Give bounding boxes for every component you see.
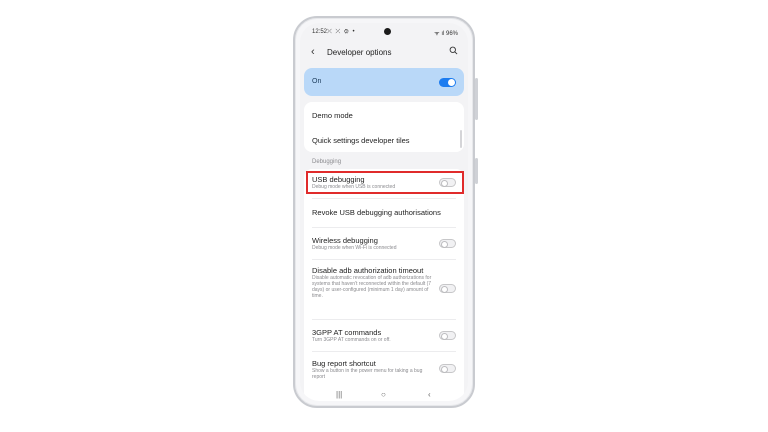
item-label: Disable adb authorization timeout bbox=[312, 266, 424, 275]
list-item-bug-report-shortcut[interactable]: Bug report shortcut Show a button in the… bbox=[304, 352, 464, 392]
item-label: Demo mode bbox=[312, 111, 353, 120]
master-switch-label: On bbox=[312, 78, 322, 85]
search-icon[interactable] bbox=[449, 46, 458, 55]
list-item-demo-mode[interactable]: Demo mode bbox=[304, 102, 464, 127]
section-header-debugging: Debugging bbox=[312, 159, 342, 165]
list-item-disable-adb-timeout[interactable]: Disable adb authorization timeout Disabl… bbox=[304, 260, 464, 318]
battery-signal-icons: ᯤ ıl 96% bbox=[434, 31, 458, 37]
master-switch-toggle[interactable] bbox=[439, 78, 456, 87]
phone-frame: 12:52 ⤫ ⤫ ⚙ • ᯤ ıl 96% ‹ Developer optio… bbox=[293, 16, 475, 408]
item-label: Bug report shortcut bbox=[312, 359, 376, 368]
item-description: Debug mode when Wi-Fi is connected bbox=[312, 245, 397, 251]
settings-card-debugging: USB debugging Debug mode when USB is con… bbox=[304, 169, 464, 401]
list-item-quick-settings-tiles[interactable]: Quick settings developer tiles bbox=[304, 127, 464, 152]
list-item-revoke-usb-authorisations[interactable]: Revoke USB debugging authorisations bbox=[304, 199, 464, 226]
home-icon[interactable]: ○ bbox=[381, 390, 386, 399]
3gpp-at-toggle[interactable] bbox=[439, 331, 456, 340]
bug-report-toggle[interactable] bbox=[439, 364, 456, 373]
recents-icon[interactable]: ||| bbox=[336, 390, 342, 399]
volume-button bbox=[475, 78, 478, 120]
status-time: 12:52 bbox=[312, 29, 328, 35]
usb-debugging-highlight-box bbox=[306, 171, 464, 194]
item-label: Wireless debugging bbox=[312, 236, 378, 245]
wireless-debugging-toggle[interactable] bbox=[439, 239, 456, 248]
front-camera bbox=[384, 28, 391, 35]
item-description: Turn 3GPP AT commands on or off. bbox=[312, 337, 391, 343]
developer-options-master-switch[interactable]: On bbox=[304, 68, 464, 96]
item-label: Quick settings developer tiles bbox=[312, 136, 410, 145]
item-description: Disable automatic revocation of adb auth… bbox=[312, 275, 432, 299]
back-arrow-icon[interactable]: ‹ bbox=[311, 46, 315, 58]
page-title: Developer options bbox=[327, 48, 392, 57]
notification-icons: ⤫ ⤫ ⚙ • bbox=[327, 29, 356, 35]
list-item-3gpp-at-commands[interactable]: 3GPP AT commands Turn 3GPP AT commands o… bbox=[304, 320, 464, 350]
item-description: Show a button in the power menu for taki… bbox=[312, 368, 423, 380]
settings-card-top: Demo mode Quick settings developer tiles bbox=[304, 102, 464, 152]
item-label: Revoke USB debugging authorisations bbox=[312, 208, 441, 217]
list-item-wireless-debugging[interactable]: Wireless debugging Debug mode when Wi-Fi… bbox=[304, 228, 464, 258]
item-label: 3GPP AT commands bbox=[312, 328, 382, 337]
power-button bbox=[475, 158, 478, 184]
scrollbar[interactable] bbox=[460, 130, 462, 148]
adb-timeout-toggle[interactable] bbox=[439, 284, 456, 293]
nav-back-icon[interactable]: ‹ bbox=[428, 390, 431, 399]
app-header: ‹ Developer options bbox=[300, 43, 468, 63]
phone-screen: 12:52 ⤫ ⤫ ⚙ • ᯤ ıl 96% ‹ Developer optio… bbox=[300, 23, 468, 401]
navigation-bar: ||| ○ ‹ bbox=[300, 390, 468, 401]
